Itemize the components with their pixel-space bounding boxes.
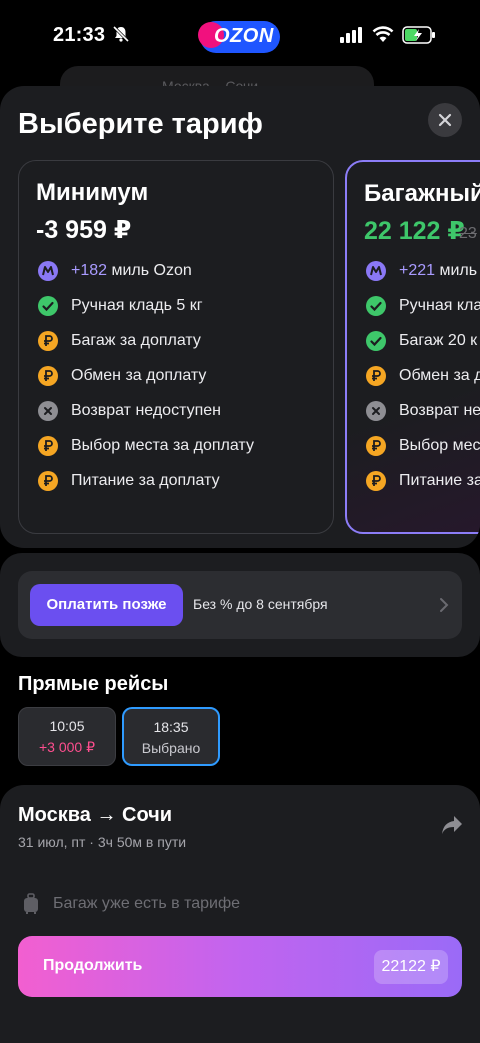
tariff-sheet: Выберите тариф Минимум -3 959 ₽ +182 мил… bbox=[0, 86, 480, 548]
pay-later-button[interactable]: Оплатить позже bbox=[30, 584, 183, 626]
direct-flights-title: Прямые рейсы bbox=[18, 673, 169, 695]
feature-label: Ручная кладь 5 кг bbox=[71, 297, 203, 314]
feature-label: Питание за доплату bbox=[71, 472, 220, 489]
feature-label: миль Ozon bbox=[107, 262, 192, 279]
miles-icon bbox=[366, 261, 386, 281]
flight-selected-label: Выбрано bbox=[141, 740, 201, 756]
feature-label: Питание за bbox=[399, 472, 480, 489]
status-bar: 21:33 OZON bbox=[0, 0, 480, 72]
ruble-icon bbox=[366, 436, 386, 456]
status-time: 21:33 bbox=[53, 24, 106, 46]
miles-icon bbox=[38, 261, 58, 281]
continue-label: Продолжить bbox=[43, 957, 143, 974]
close-button[interactable] bbox=[428, 103, 462, 137]
ruble-icon bbox=[366, 471, 386, 491]
tariff-card-minimum[interactable]: Минимум -3 959 ₽ +182 миль Ozon Ручная к… bbox=[18, 160, 334, 534]
flight-surcharge: +3 000 ₽ bbox=[38, 739, 95, 755]
continue-price: 22122 ₽ bbox=[374, 950, 448, 984]
flight-time: 18:35 bbox=[153, 719, 189, 735]
cross-icon bbox=[366, 401, 386, 421]
ozon-logo[interactable]: OZON bbox=[198, 21, 280, 53]
feature-label: Багаж 20 к bbox=[399, 332, 478, 349]
cellular-signal-icon bbox=[340, 27, 362, 43]
feature-label: Возврат недоступен bbox=[71, 402, 221, 419]
miles-amount: +221 bbox=[399, 262, 436, 279]
pay-later-note: Без % до 8 сентября bbox=[193, 596, 328, 612]
tariff-card-baggage[interactable]: Багажный 22 122 ₽ 23 +221 миль O Ручная … bbox=[345, 160, 480, 534]
pay-later-section: Оплатить позже Без % до 8 сентября bbox=[0, 553, 480, 657]
suitcase-icon bbox=[24, 893, 38, 914]
close-icon bbox=[438, 113, 452, 127]
ruble-icon bbox=[38, 366, 58, 386]
ruble-icon bbox=[38, 471, 58, 491]
tariff-old-price: 23 bbox=[459, 225, 477, 242]
flight-time: 10:05 bbox=[49, 718, 85, 734]
feature-label: Выбор места за доплату bbox=[71, 437, 254, 454]
chevron-right-icon bbox=[440, 598, 449, 612]
check-icon bbox=[38, 296, 58, 316]
pay-later-row[interactable]: Оплатить позже Без % до 8 сентября bbox=[18, 571, 462, 639]
cross-icon bbox=[38, 401, 58, 421]
route-title: Москва → Сочи bbox=[18, 804, 173, 826]
sheet-title: Выберите тариф bbox=[18, 108, 263, 140]
bell-muted-icon bbox=[112, 25, 130, 43]
ruble-icon bbox=[38, 331, 58, 351]
tariff-name: Минимум bbox=[36, 179, 149, 206]
feature-label: Багаж за доплату bbox=[71, 332, 201, 349]
tariff-price: 22 122 ₽ bbox=[364, 217, 465, 245]
ozon-logo-text: OZON bbox=[214, 25, 274, 47]
tariff-name: Багажный bbox=[364, 180, 480, 207]
feature-label: Выбор мес bbox=[399, 437, 480, 454]
tariff-price: -3 959 ₽ bbox=[36, 216, 132, 244]
feature-label: Обмен за доплату bbox=[71, 367, 207, 384]
luggage-note: Багаж уже есть в тарифе bbox=[53, 895, 241, 912]
check-icon bbox=[366, 331, 386, 351]
share-icon[interactable] bbox=[440, 814, 464, 836]
feature-label: Обмен за д bbox=[399, 367, 480, 384]
check-icon bbox=[366, 296, 386, 316]
summary-sheet: Москва → Сочи 31 июл, пт · 3ч 50м в пути… bbox=[0, 785, 480, 1043]
flight-option-1005[interactable]: 10:05 +3 000 ₽ bbox=[18, 707, 116, 766]
feature-label: Ручная кла bbox=[399, 297, 480, 314]
flight-option-1835[interactable]: 18:35 Выбрано bbox=[122, 707, 220, 766]
ruble-icon bbox=[366, 366, 386, 386]
feature-label: Возврат не bbox=[399, 402, 480, 419]
route-subtitle: 31 июл, пт · 3ч 50м в пути bbox=[18, 834, 187, 850]
battery-charging-icon bbox=[402, 26, 435, 44]
miles-amount: +182 bbox=[71, 262, 108, 279]
feature-label: миль O bbox=[439, 262, 480, 279]
continue-button[interactable]: Продолжить 22122 ₽ bbox=[18, 936, 462, 997]
ruble-icon bbox=[38, 436, 58, 456]
wifi-icon bbox=[372, 26, 394, 42]
